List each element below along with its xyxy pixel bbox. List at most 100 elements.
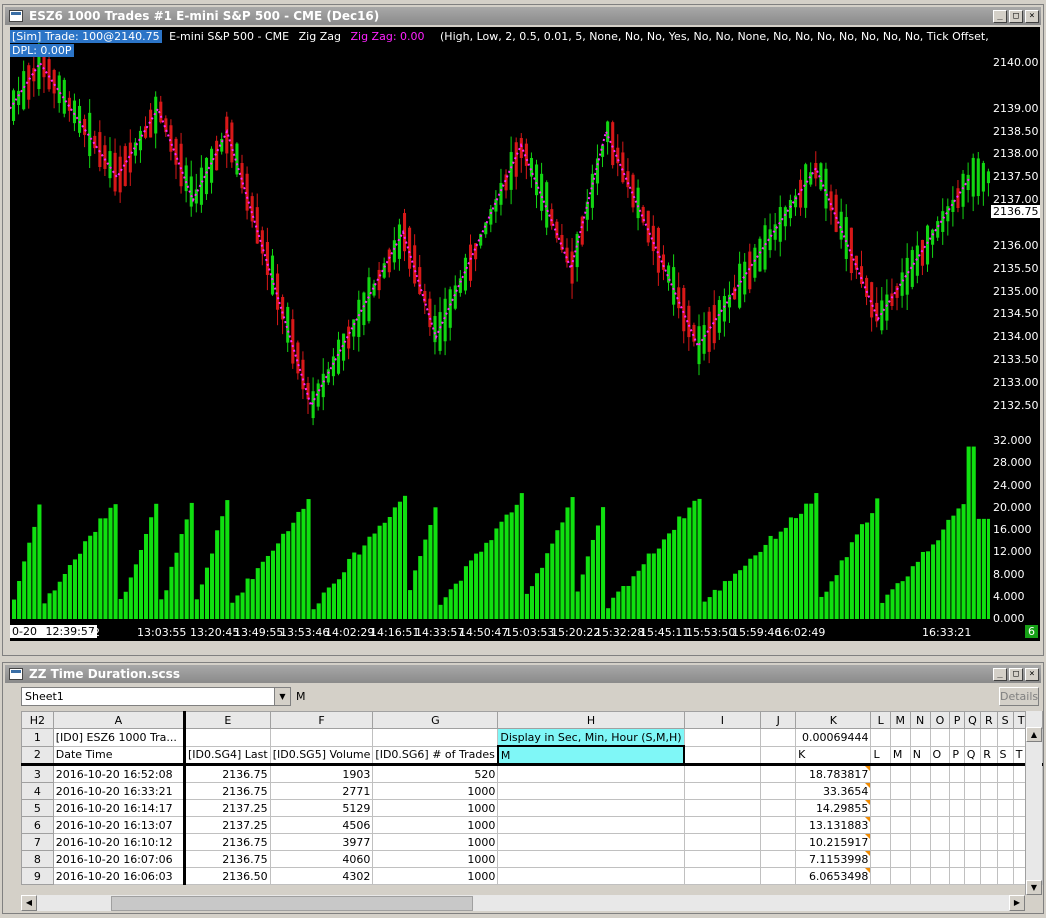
formula-input[interactable]: M <box>293 687 998 706</box>
cell[interactable] <box>949 816 965 834</box>
sheet-selector[interactable]: Sheet1 ▼ <box>21 687 291 706</box>
cell[interactable] <box>889 782 911 800</box>
cell-last[interactable]: 2136.75 <box>183 850 271 868</box>
cell-m2[interactable]: M <box>889 745 911 766</box>
row-header[interactable]: 3 <box>21 764 54 783</box>
maximize-icon[interactable]: □ <box>1009 667 1023 681</box>
cell[interactable] <box>996 816 1014 834</box>
cell[interactable] <box>760 867 797 885</box>
cell[interactable] <box>889 728 911 747</box>
scroll-down-icon[interactable]: ▼ <box>1026 880 1042 895</box>
col-header-l[interactable]: L <box>870 711 891 729</box>
cell-datetime[interactable]: 2016-10-20 16:52:08 <box>52 764 186 783</box>
cell[interactable] <box>683 745 762 766</box>
cell-trades[interactable]: 1000 <box>372 867 499 885</box>
cell-datetime[interactable]: 2016-10-20 16:14:17 <box>52 799 186 817</box>
cell[interactable] <box>929 816 951 834</box>
cell-s2[interactable]: S <box>996 745 1014 766</box>
cell[interactable] <box>683 782 762 800</box>
cell-trades[interactable]: 1000 <box>372 850 499 868</box>
cell[interactable] <box>996 850 1014 868</box>
col-header-e[interactable]: E <box>183 711 271 729</box>
cell[interactable] <box>963 782 982 800</box>
row-header[interactable]: 2 <box>21 745 54 766</box>
spreadsheet-window[interactable]: ZZ Time Duration.scss _ □ × Sheet1 ▼ M D… <box>2 662 1044 914</box>
cell[interactable] <box>870 799 891 817</box>
cell-o2[interactable]: O <box>929 745 951 766</box>
cell[interactable] <box>497 764 685 783</box>
col-header-m[interactable]: M <box>889 711 911 729</box>
cell[interactable] <box>760 728 797 747</box>
cell-k2[interactable]: K <box>795 745 872 766</box>
cell-trades[interactable]: 1000 <box>372 782 499 800</box>
cell-datetime[interactable]: 2016-10-20 16:33:21 <box>52 782 186 800</box>
cell[interactable] <box>497 867 685 885</box>
cell[interactable] <box>963 816 982 834</box>
price-scale[interactable]: 2140.00 2139.00 2138.50 2138.00 2137.50 2137.… <box>990 27 1040 625</box>
cell[interactable] <box>870 867 891 885</box>
row-header[interactable]: 7 <box>21 833 54 851</box>
cell[interactable] <box>889 867 911 885</box>
cell-datetime[interactable]: 2016-10-20 16:10:12 <box>52 833 186 851</box>
spreadsheet-grid[interactable]: H2 A E F G H I J K L M N O P Q R S T U 1… <box>21 711 1044 885</box>
row-header[interactable]: 4 <box>21 782 54 800</box>
details-button[interactable]: Details <box>999 687 1039 706</box>
cell[interactable] <box>929 799 951 817</box>
cell-volume[interactable]: 4506 <box>269 816 374 834</box>
cell-k1[interactable]: 0.00069444 <box>795 728 872 747</box>
cell-trades[interactable]: 1000 <box>372 799 499 817</box>
row-header[interactable]: 8 <box>21 850 54 868</box>
col-header-f[interactable]: F <box>269 711 374 729</box>
cell[interactable] <box>963 764 982 783</box>
cell-datetime[interactable]: 2016-10-20 16:13:07 <box>52 816 186 834</box>
cell-a2[interactable]: Date Time <box>52 745 186 766</box>
cell[interactable] <box>963 867 982 885</box>
row-header[interactable]: 6 <box>21 816 54 834</box>
col-header-q[interactable]: Q <box>963 711 982 729</box>
cell[interactable] <box>683 833 762 851</box>
cell-f2[interactable]: [ID0.SG5] Volume <box>269 745 374 766</box>
row-header[interactable]: 9 <box>21 867 54 885</box>
cell[interactable] <box>497 850 685 868</box>
cell[interactable] <box>963 728 982 747</box>
cell[interactable] <box>949 833 965 851</box>
cell-k[interactable]: 18.783817 <box>795 764 872 783</box>
cell-k[interactable]: 7.1153998 <box>795 850 872 868</box>
cell-k[interactable]: 6.0653498 <box>795 867 872 885</box>
cell-k[interactable]: 10.215917 <box>795 833 872 851</box>
time-axis[interactable]: 0-20 12:39:57 42 6 13:03:55 13:20:45 13:49… <box>10 625 1040 641</box>
maximize-icon[interactable]: □ <box>1009 9 1023 23</box>
cell[interactable] <box>909 867 931 885</box>
cell-r2[interactable]: R <box>980 745 998 766</box>
col-header-r[interactable]: R <box>980 711 998 729</box>
cell[interactable] <box>929 728 951 747</box>
cell[interactable] <box>889 833 911 851</box>
cell-volume[interactable]: 5129 <box>269 799 374 817</box>
cell[interactable] <box>980 782 998 800</box>
col-header-o[interactable]: O <box>929 711 951 729</box>
cell[interactable] <box>949 782 965 800</box>
cell[interactable] <box>980 867 998 885</box>
cell[interactable] <box>980 850 998 868</box>
cell[interactable] <box>269 728 374 747</box>
cell[interactable] <box>963 850 982 868</box>
cell[interactable] <box>929 833 951 851</box>
cell[interactable] <box>949 764 965 783</box>
price-chart-area[interactable]: [Sim] Trade: 100@2140.75 E-mini S&P 500 … <box>10 27 990 625</box>
horizontal-scrollbar[interactable]: ◀ ▶ <box>21 895 1025 911</box>
cell-last[interactable]: 2137.25 <box>183 799 271 817</box>
row-header[interactable]: 5 <box>21 799 54 817</box>
col-header-s[interactable]: S <box>996 711 1014 729</box>
cell[interactable] <box>683 816 762 834</box>
cell-k[interactable]: 14.29855 <box>795 799 872 817</box>
col-header-n[interactable]: N <box>909 711 931 729</box>
cell[interactable] <box>996 867 1014 885</box>
cell[interactable] <box>909 782 931 800</box>
vertical-scrollbar[interactable]: ▲ ▼ <box>1025 711 1042 895</box>
cell-volume[interactable]: 1903 <box>269 764 374 783</box>
cell[interactable] <box>889 764 911 783</box>
chart-window[interactable]: ESZ6 1000 Trades #1 E-mini S&P 500 - CME… <box>2 4 1044 656</box>
cell-datetime[interactable]: 2016-10-20 16:06:03 <box>52 867 186 885</box>
cell-q2[interactable]: Q <box>963 745 982 766</box>
close-icon[interactable]: × <box>1025 667 1039 681</box>
